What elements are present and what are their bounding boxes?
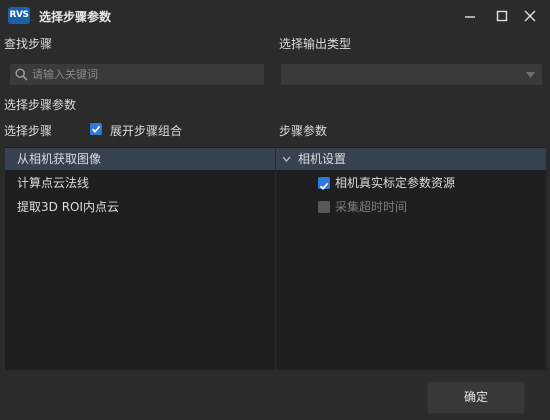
expand-step-group-checkbox[interactable] <box>90 123 102 135</box>
list-item-label: 从相机获取图像 <box>17 152 102 166</box>
close-icon <box>524 10 536 22</box>
select-step-label: 选择步骤 <box>4 124 53 138</box>
find-step-label: 查找步骤 <box>4 37 53 51</box>
list-item-label: 提取3D ROI内点云 <box>17 200 120 214</box>
app-logo-icon: RVS <box>8 7 30 24</box>
checkmark-icon <box>319 182 329 190</box>
capture-timeout-label: 采集超时时间 <box>335 200 408 214</box>
tree-group-label: 相机设置 <box>298 152 347 166</box>
dropdown-arrow-icon <box>526 72 535 78</box>
search-input[interactable] <box>32 64 258 85</box>
minimize-button[interactable] <box>460 6 480 26</box>
step-list: 从相机获取图像 计算点云法线 提取3D ROI内点云 <box>5 147 275 370</box>
list-item-label: 计算点云法线 <box>17 176 90 190</box>
param-tree: 相机设置 相机真实标定参数资源 采集超时时间 <box>276 147 546 370</box>
close-button[interactable] <box>520 6 540 26</box>
step-params-label: 步骤参数 <box>279 124 328 138</box>
list-item[interactable]: 提取3D ROI内点云 <box>5 196 275 218</box>
camera-calib-label[interactable]: 相机真实标定参数资源 <box>335 172 455 194</box>
tree-item-camera-calib: 相机真实标定参数资源 <box>276 172 546 194</box>
search-icon <box>15 68 28 81</box>
chevron-down-icon[interactable] <box>282 156 291 162</box>
output-type-label: 选择输出类型 <box>279 37 352 51</box>
output-type-select[interactable] <box>281 64 542 85</box>
maximize-button[interactable] <box>492 6 512 26</box>
list-item[interactable]: 从相机获取图像 <box>5 148 275 170</box>
window-title: 选择步骤参数 <box>39 10 112 24</box>
search-box <box>10 64 264 85</box>
checkmark-icon <box>91 125 101 133</box>
tree-group-camera-settings[interactable]: 相机设置 <box>276 148 546 170</box>
maximize-icon <box>496 10 508 22</box>
ok-button[interactable]: 确定 <box>427 381 525 414</box>
list-item[interactable]: 计算点云法线 <box>5 172 275 194</box>
title-bar: RVS 选择步骤参数 <box>0 0 550 32</box>
minimize-icon <box>465 16 475 18</box>
expand-step-group-label[interactable]: 展开步骤组合 <box>110 122 182 139</box>
capture-timeout-checkbox <box>318 201 330 213</box>
tree-item-capture-timeout: 采集超时时间 <box>276 196 546 218</box>
camera-calib-checkbox[interactable] <box>318 177 330 190</box>
section-title: 选择步骤参数 <box>4 98 77 112</box>
